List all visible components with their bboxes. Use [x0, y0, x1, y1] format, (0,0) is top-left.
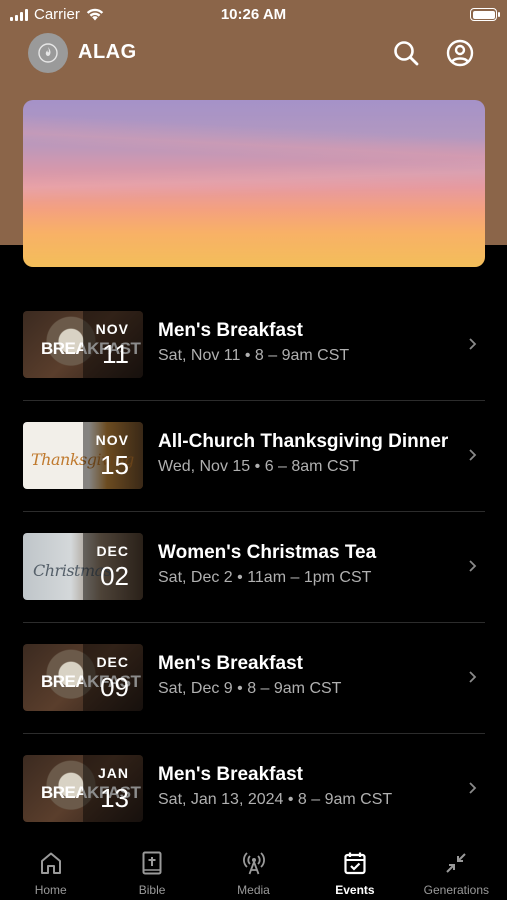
event-row[interactable]: BREAKFAST DEC 09 Men's Breakfast Sat, De… [23, 623, 485, 734]
app-logo[interactable] [28, 33, 68, 73]
event-day: 15 [100, 450, 129, 480]
flame-icon [38, 43, 58, 63]
hero-banner[interactable] [23, 100, 485, 267]
event-thumbnail: BREAKFAST JAN 13 [23, 755, 143, 822]
collapse-arrows-icon [446, 853, 467, 873]
event-datetime: Sat, Dec 9 • 8 – 9am CST [158, 680, 342, 697]
broadcast-icon [242, 852, 265, 875]
profile-icon [446, 39, 474, 67]
status-bar: Carrier 10:26 AM [0, 0, 507, 30]
tab-media[interactable]: Media [203, 836, 304, 900]
event-month: DEC [96, 654, 129, 670]
event-month: DEC [96, 543, 129, 559]
events-list: BREAKFAST NOV 11 Men's Breakfast Sat, No… [23, 290, 485, 845]
event-day: 09 [100, 672, 129, 702]
event-thumbnail: BREAKFAST NOV 11 [23, 311, 143, 378]
event-day: 02 [100, 561, 129, 591]
profile-button[interactable] [445, 38, 475, 68]
event-month: NOV [95, 432, 129, 448]
event-row[interactable]: Christmas DEC 02 Women's Christmas Tea S… [23, 512, 485, 623]
battery-icon [470, 8, 500, 21]
event-title: Women's Christmas Tea [158, 542, 377, 563]
bible-icon [142, 851, 162, 875]
tab-label: Media [237, 883, 270, 897]
status-time: 10:26 AM [220, 6, 287, 23]
tab-label: Events [335, 883, 375, 897]
event-day: 11 [102, 339, 129, 369]
calendar-icon [344, 852, 366, 875]
event-month: JAN [97, 765, 129, 781]
chevron-right-icon [469, 449, 477, 461]
app-header: ALAG [0, 30, 507, 76]
search-icon [394, 41, 419, 66]
tab-label: Generations [423, 883, 490, 897]
chevron-right-icon [469, 560, 477, 572]
tab-bible[interactable]: Bible [101, 836, 202, 900]
event-datetime: Sat, Nov 11 • 8 – 9am CST [158, 347, 350, 364]
chevron-right-icon [469, 782, 477, 794]
tab-bar: Home Bible Media Events Generations [0, 836, 507, 900]
event-datetime: Sat, Jan 13, 2024 • 8 – 9am CST [158, 791, 393, 808]
event-thumbnail: Christmas DEC 02 [23, 533, 143, 600]
event-row[interactable]: BREAKFAST JAN 13 Men's Breakfast Sat, Ja… [23, 734, 485, 845]
event-title: Men's Breakfast [158, 653, 303, 674]
tab-generations[interactable]: Generations [406, 836, 507, 900]
event-day: 13 [100, 783, 129, 813]
event-datetime: Wed, Nov 15 • 6 – 8am CST [158, 458, 359, 475]
event-month: NOV [95, 321, 129, 337]
tab-label: Home [34, 883, 67, 897]
search-button[interactable] [391, 38, 421, 68]
event-datetime: Sat, Dec 2 • 11am – 1pm CST [158, 569, 372, 586]
event-title: Men's Breakfast [158, 764, 303, 785]
event-row[interactable]: Thanksgiving NOV 15 All-Church Thanksgiv… [23, 401, 485, 512]
chevron-right-icon [469, 338, 477, 350]
tab-home[interactable]: Home [0, 836, 101, 900]
tab-label: Bible [138, 883, 166, 897]
event-thumbnail: Thanksgiving NOV 15 [23, 422, 143, 489]
event-thumbnail: BREAKFAST DEC 09 [23, 644, 143, 711]
tab-events[interactable]: Events [304, 836, 405, 900]
app-title: ALAG [78, 41, 137, 63]
event-row[interactable]: BREAKFAST NOV 11 Men's Breakfast Sat, No… [23, 290, 485, 401]
event-title: All-Church Thanksgiving Dinner [158, 431, 449, 452]
home-icon [40, 852, 61, 874]
event-title: Men's Breakfast [158, 320, 303, 341]
chevron-right-icon [469, 671, 477, 683]
